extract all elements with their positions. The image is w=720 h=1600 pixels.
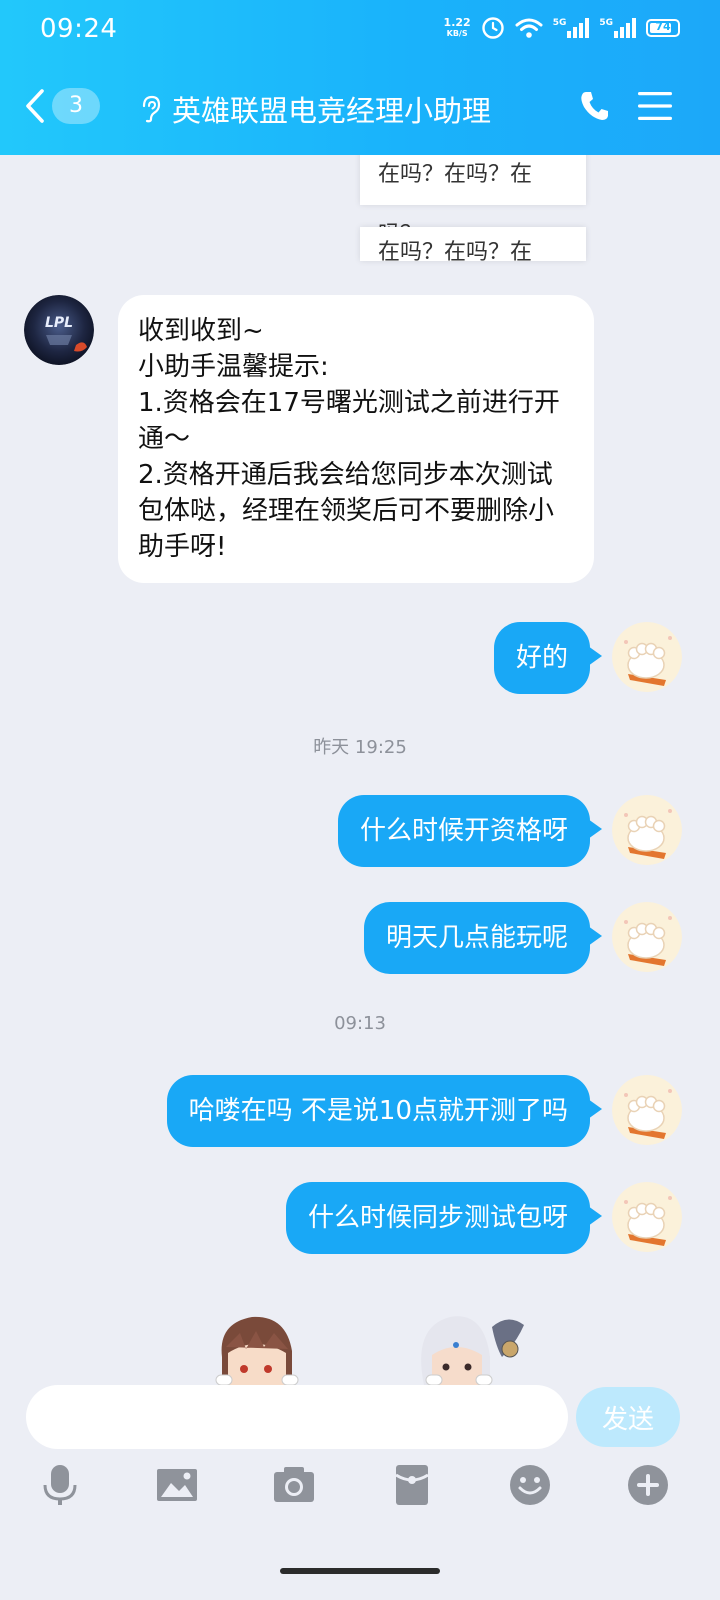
- unread-count-badge: 3: [52, 88, 100, 124]
- svg-text:LPL: LPL: [45, 315, 73, 331]
- chat-title[interactable]: 英雄联盟电竞经理小助理: [140, 88, 491, 130]
- alarm-icon: [481, 17, 504, 39]
- wifi-icon: [515, 18, 543, 38]
- outgoing-message-bubble[interactable]: 什么时候开资格呀: [337, 795, 603, 867]
- outgoing-message-bubble[interactable]: 哈喽在吗 不是说10点就开测了吗: [166, 1075, 603, 1147]
- signal-bars-icon: [567, 18, 590, 38]
- battery-icon: 74: [646, 19, 680, 37]
- user-avatar[interactable]: [612, 622, 682, 692]
- signal-1-label: 5G: [552, 18, 567, 28]
- hamburger-menu-icon: [638, 92, 672, 120]
- signal-bars-icon: [614, 18, 636, 38]
- cat-paw-avatar: [612, 1182, 682, 1252]
- microphone-icon[interactable]: [38, 1463, 82, 1507]
- incoming-message-bubble[interactable]: 收到收到~ 小助手温馨提示: 1.资格会在17号曙光测试之前进行开通～ 2.资格…: [118, 295, 594, 583]
- page-title: 英雄联盟电竞经理小助理: [172, 94, 492, 128]
- user-avatar[interactable]: [612, 795, 682, 865]
- assistant-avatar[interactable]: LPL: [24, 295, 94, 365]
- user-avatar[interactable]: [612, 902, 682, 972]
- message-timestamp: 昨天 19:25: [313, 737, 407, 758]
- net-speed-value: 1.22: [443, 16, 471, 29]
- user-avatar[interactable]: [612, 1182, 682, 1252]
- ear-icon: [142, 95, 161, 123]
- back-button[interactable]: 3: [24, 88, 100, 124]
- chat-header: 09:24 1.22 KB/S 5G 5G 74 3 英雄联盟电竞经理小助理: [0, 0, 720, 155]
- peeking-silver-hair-character: [421, 1316, 524, 1385]
- cat-paw-avatar: [612, 622, 682, 692]
- cat-paw-avatar: [612, 902, 682, 972]
- call-button[interactable]: [580, 90, 610, 126]
- outgoing-message-bubble[interactable]: 什么时候同步测试包呀: [285, 1182, 603, 1254]
- outgoing-message-bubble[interactable]: 明天几点能玩呢: [363, 902, 603, 974]
- signal-1: 5G: [553, 18, 590, 38]
- plus-icon[interactable]: [626, 1463, 670, 1507]
- message-input[interactable]: [26, 1385, 568, 1449]
- image-icon[interactable]: [155, 1463, 199, 1507]
- battery-level: 74: [655, 20, 671, 33]
- quoted-line-2: 在吗？在吗？在吗？: [378, 240, 533, 261]
- chat-area[interactable]: 在吗？在吗？在吗？ 在吗？在吗？在吗？ LPL 收到收到~ 小助手温馨提示: 1…: [0, 155, 720, 1385]
- outgoing-message-bubble[interactable]: 好的: [493, 622, 603, 694]
- peeking-boy-character: [215, 1316, 299, 1385]
- menu-button[interactable]: [638, 92, 672, 124]
- red-packet-icon[interactable]: [390, 1463, 434, 1507]
- net-speed-unit: KB/S: [446, 29, 468, 38]
- cat-paw-avatar: [612, 1075, 682, 1145]
- camera-icon[interactable]: [272, 1463, 316, 1507]
- quoted-message[interactable]: 在吗？在吗？在吗？: [360, 155, 586, 247]
- status-icons: 1.22 KB/S 5G 5G 74: [444, 16, 680, 40]
- lpl-logo-avatar: LPL: [24, 295, 94, 365]
- home-indicator[interactable]: [280, 1568, 440, 1574]
- message-timestamp: 09:13: [334, 1013, 386, 1034]
- network-speed: 1.22 KB/S: [444, 17, 471, 39]
- chevron-left-icon: [26, 89, 44, 123]
- signal-2-label: 5G: [599, 18, 613, 28]
- cat-paw-avatar: [612, 795, 682, 865]
- quoted-message[interactable]: 在吗？在吗？在吗？: [360, 227, 586, 261]
- phone-icon: [581, 92, 608, 120]
- send-button[interactable]: 发送: [576, 1387, 680, 1447]
- status-time: 09:24: [40, 14, 118, 44]
- user-avatar[interactable]: [612, 1075, 682, 1145]
- emoji-icon[interactable]: [508, 1463, 552, 1507]
- signal-2: 5G: [599, 18, 636, 38]
